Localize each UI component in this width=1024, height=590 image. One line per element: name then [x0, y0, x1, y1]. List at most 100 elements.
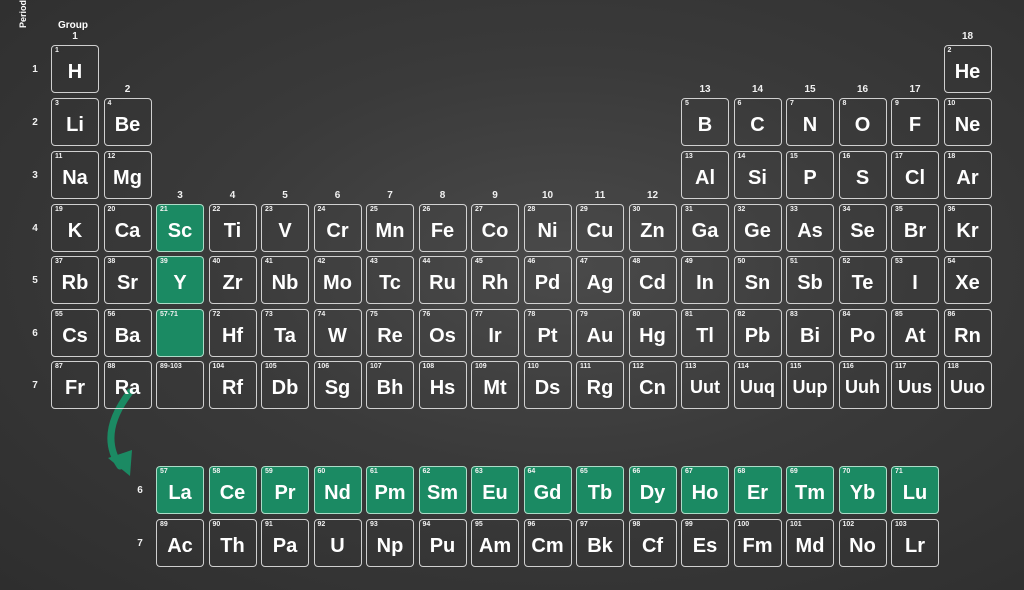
element-cell: 61 Pm — [366, 466, 414, 514]
element-cell: 23 V — [261, 204, 309, 252]
element-symbol: Ar — [956, 167, 979, 189]
atomic-number: 39 — [160, 258, 168, 265]
period-label: 6 — [32, 328, 38, 339]
element-symbol: Xe — [955, 272, 980, 294]
atomic-number: 46 — [527, 258, 536, 265]
period-label: 2 — [32, 117, 38, 128]
atomic-number: 41 — [265, 258, 273, 265]
element-symbol: Fr — [65, 377, 85, 399]
element-cell: 89 Ac — [156, 519, 204, 567]
atomic-number: 69 — [790, 468, 798, 475]
element-symbol: Ir — [488, 325, 502, 347]
element-cell: 19 K — [51, 204, 99, 252]
atomic-number: 112 — [632, 363, 644, 370]
element-cell: 20 Ca — [103, 204, 152, 252]
group-label: 6 — [334, 190, 341, 201]
element-symbol: Rg — [586, 377, 614, 399]
element-symbol: Pm — [374, 482, 406, 504]
atomic-number: 62 — [422, 468, 431, 475]
element-symbol: Ni — [537, 220, 558, 242]
element-symbol: Uuo — [950, 377, 985, 397]
element-symbol: Ca — [114, 220, 141, 242]
atomic-number: 93 — [370, 521, 378, 528]
atomic-number: 27 — [475, 206, 483, 213]
element-cell: 89-103 — [156, 361, 204, 409]
element-cell: 93 Np — [366, 519, 414, 567]
atomic-number: 89-103 — [160, 363, 182, 370]
element-cell: 114 Uuq — [733, 361, 782, 409]
element-cell: 83 Bi — [786, 309, 834, 357]
atomic-number: 12 — [107, 153, 116, 160]
atomic-number: 3 — [55, 100, 59, 107]
element-symbol: Cu — [586, 220, 614, 242]
element-cell: 8O — [838, 98, 887, 146]
element-symbol: Cd — [639, 272, 666, 294]
element-symbol: Pa — [272, 535, 298, 557]
element-symbol: As — [797, 220, 823, 242]
element-cell: 58 Ce — [208, 466, 257, 514]
atomic-number: 50 — [737, 258, 746, 265]
period-axis-title: Period — [18, 0, 28, 28]
element-symbol: H — [67, 61, 83, 83]
element-cell: 97 Bk — [576, 519, 624, 567]
periodic-table: Group Period 1 2 3 4 5 6 7 8 9 10 11 12 13 14 15 16 17 18… — [0, 0, 1024, 590]
element-cell: 69 Tm — [786, 466, 834, 514]
element-symbol: Sg — [324, 377, 351, 399]
element-symbol: V — [278, 220, 292, 242]
atomic-number: 83 — [790, 311, 798, 318]
element-cell: 71 Lu — [891, 466, 939, 514]
element-symbol: Th — [220, 535, 245, 557]
atomic-number: 48 — [632, 258, 641, 265]
element-cell: 62 Sm — [418, 466, 467, 514]
atomic-number: 18 — [947, 153, 956, 160]
element-cell: 70 Yb — [838, 466, 887, 514]
element-symbol: Uup — [792, 377, 828, 397]
element-symbol: Fe — [430, 220, 455, 242]
element-cell: 74 W — [313, 309, 362, 357]
atomic-number: 59 — [265, 468, 273, 475]
atomic-number: 76 — [422, 311, 431, 318]
element-cell: 36 Kr — [943, 204, 992, 252]
atomic-number: 24 — [317, 206, 326, 213]
element-cell: 76 Os — [418, 309, 467, 357]
element-symbol: Uuq — [740, 377, 775, 397]
atomic-number: 113 — [685, 363, 697, 370]
element-cell: 60 Nd — [313, 466, 362, 514]
atomic-number: 81 — [685, 311, 693, 318]
atomic-number: 72 — [212, 311, 221, 318]
element-symbol: Br — [903, 220, 927, 242]
atomic-number: 29 — [580, 206, 588, 213]
atomic-number: 94 — [422, 521, 431, 528]
atomic-number: 106 — [317, 363, 330, 370]
atomic-number: 92 — [317, 521, 326, 528]
element-cell: 102 No — [838, 519, 887, 567]
element-cell: 109 Mt — [471, 361, 519, 409]
element-symbol: Co — [481, 220, 509, 242]
element-cell: 100 Fm — [733, 519, 782, 567]
atomic-number: 64 — [527, 468, 536, 475]
element-symbol: Be — [114, 114, 141, 136]
element-symbol: Sr — [116, 272, 139, 294]
element-symbol: Bk — [587, 535, 613, 557]
element-symbol: Ac — [167, 535, 193, 557]
element-cell: 75 Re — [366, 309, 414, 357]
element-symbol: He — [954, 61, 981, 83]
element-symbol: No — [849, 535, 876, 557]
element-symbol: I — [912, 272, 918, 294]
atomic-number: 44 — [422, 258, 431, 265]
element-symbol: Ne — [954, 114, 981, 136]
atomic-number: 101 — [790, 521, 802, 528]
element-symbol: Es — [692, 535, 718, 557]
element-cell: 117 Uus — [891, 361, 939, 409]
atomic-number: 70 — [842, 468, 851, 475]
element-symbol: Cr — [326, 220, 349, 242]
element-symbol: C — [750, 114, 765, 136]
element-cell: 42 Mo — [313, 256, 362, 304]
element-symbol: W — [328, 325, 347, 347]
atomic-number: 77 — [475, 311, 483, 318]
element-symbol: Te — [851, 272, 874, 294]
atomic-number: 65 — [580, 468, 588, 475]
element-cell: 72 Hf — [208, 309, 257, 357]
atomic-number: 88 — [107, 363, 116, 370]
element-symbol: Sb — [797, 272, 823, 294]
